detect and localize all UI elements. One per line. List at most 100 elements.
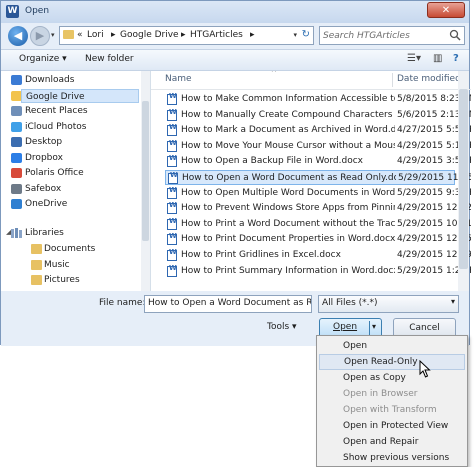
sidebar-item-documents[interactable]: Documents bbox=[44, 242, 139, 256]
recent-locations-dropdown[interactable]: ▾ bbox=[51, 31, 55, 39]
split-divider bbox=[369, 321, 370, 335]
change-view-icon[interactable]: ☰▾ bbox=[407, 53, 421, 64]
navigation-pane: Downloads Google Drive Recent Places iCloud… bbox=[1, 71, 151, 291]
file-row[interactable]: How to Mark a Document as Archived in Wo… bbox=[165, 123, 471, 138]
menu-item-open-read-only[interactable]: Open Read-Only bbox=[319, 354, 465, 370]
breadcrumb-google-drive[interactable]: Google Drive bbox=[120, 30, 179, 40]
file-row[interactable]: How to Prevent Windows Store Apps from P… bbox=[165, 201, 471, 216]
file-row[interactable]: How to Open a Word Document as Read Only… bbox=[165, 170, 471, 185]
sidebar-item-dropbox[interactable]: Dropbox bbox=[25, 151, 140, 165]
word-document-icon bbox=[167, 154, 177, 168]
libraries-icon bbox=[11, 228, 22, 238]
forward-button[interactable]: ▶ bbox=[30, 26, 50, 46]
word-document-icon bbox=[167, 139, 177, 152]
file-row[interactable]: How to Manually Create Compound Characte… bbox=[165, 108, 471, 123]
file-list-scrollbar[interactable] bbox=[458, 71, 469, 291]
menu-item-open-in-protected-view[interactable]: Open in Protected View bbox=[319, 418, 465, 434]
address-dropdown-arrow[interactable]: ▾ bbox=[293, 31, 297, 39]
downloads-icon bbox=[11, 75, 22, 85]
breadcrumb-separator[interactable]: ▸ bbox=[250, 30, 255, 40]
sidebar-item-recent-places[interactable]: Recent Places bbox=[25, 104, 140, 118]
icloud-photos-icon bbox=[11, 121, 22, 132]
scrollbar-thumb[interactable] bbox=[459, 89, 468, 269]
file-name: How to Print Summary Information in Word… bbox=[181, 265, 395, 276]
sidebar-item-pictures[interactable]: Pictures bbox=[44, 273, 139, 287]
back-button[interactable]: ◀ bbox=[8, 26, 28, 46]
file-row[interactable]: How to Print Document Properties in Word… bbox=[165, 232, 471, 247]
word-document-icon bbox=[167, 217, 177, 230]
file-name: How to Print Gridlines in Excel.docx bbox=[181, 250, 341, 260]
file-name-label: File name: bbox=[99, 298, 146, 308]
sidebar-item-polaris-office[interactable]: Polaris Office bbox=[25, 166, 140, 180]
mouse-cursor-icon bbox=[419, 360, 431, 378]
menu-item-open-and-repair[interactable]: Open and Repair bbox=[319, 434, 465, 450]
refresh-icon[interactable]: ↻ bbox=[302, 29, 310, 40]
breadcrumb-htgarticles[interactable]: HTGArticles bbox=[190, 30, 243, 40]
file-row[interactable]: How to Open a Backup File in Word.docx4/… bbox=[165, 154, 471, 169]
sidebar-scrollbar[interactable] bbox=[141, 71, 150, 291]
sidebar-item-icloud-photos[interactable]: iCloud Photos bbox=[25, 120, 140, 134]
search-input[interactable] bbox=[323, 28, 443, 43]
file-row[interactable]: How to Print a Word Document without the… bbox=[165, 217, 471, 232]
sidebar-item-google-drive[interactable]: Google Drive bbox=[21, 88, 139, 103]
column-divider[interactable] bbox=[392, 73, 393, 87]
organize-button[interactable]: Organize ▾ bbox=[19, 54, 67, 64]
word-document-icon bbox=[167, 92, 177, 105]
file-row[interactable]: How to Move Your Mouse Cursor without a … bbox=[165, 139, 471, 154]
menu-item-open-as-copy[interactable]: Open as Copy bbox=[319, 370, 465, 386]
documents-icon bbox=[31, 244, 42, 254]
word-document-icon bbox=[167, 108, 177, 121]
address-bar[interactable]: « Lori ▸ Google Drive ▸ HTGArticles ▸ ▾ … bbox=[59, 26, 314, 45]
file-row[interactable]: How to Print Summary Information in Word… bbox=[165, 264, 471, 279]
file-name: How to Prevent Windows Store Apps from P… bbox=[181, 203, 395, 214]
file-name: How to Make Common Information Accessibl… bbox=[181, 94, 395, 104]
search-box[interactable] bbox=[319, 26, 465, 45]
help-icon[interactable]: ? bbox=[453, 53, 459, 64]
sidebar-item-desktop[interactable]: Desktop bbox=[25, 135, 140, 149]
open-options-menu: Open Open Read-Only Open as Copy Open in Br… bbox=[316, 335, 468, 467]
search-icon[interactable] bbox=[449, 29, 461, 41]
command-bar: Organize ▾ New folder ☰▾ ▥ ? bbox=[1, 49, 469, 71]
scrollbar-thumb[interactable] bbox=[142, 101, 149, 241]
chevron-down-icon[interactable]: ▾ bbox=[451, 297, 455, 306]
open-dialog: W Open ✕ ◀ ▶ ▾ « Lori ▸ Google Drive ▸ H… bbox=[0, 0, 471, 346]
breadcrumb-overflow[interactable]: « bbox=[77, 30, 83, 40]
word-app-icon: W bbox=[6, 5, 19, 18]
pictures-icon bbox=[31, 275, 42, 285]
sidebar-item-onedrive[interactable]: OneDrive bbox=[25, 197, 140, 211]
polaris-office-icon bbox=[11, 168, 22, 178]
menu-item-open[interactable]: Open bbox=[319, 338, 465, 354]
file-name-input[interactable]: How to Open a Word Document as Rea bbox=[144, 295, 312, 313]
title-bar[interactable]: W Open ✕ bbox=[1, 1, 469, 23]
sidebar-item-libraries[interactable]: Libraries bbox=[25, 226, 140, 240]
column-date-modified[interactable]: Date modified bbox=[397, 74, 461, 84]
breadcrumb-separator[interactable]: ▸ bbox=[111, 30, 116, 40]
menu-item-open-with-transform: Open with Transform bbox=[343, 405, 437, 415]
open-dropdown-arrow[interactable]: ▾ bbox=[372, 322, 376, 331]
sidebar-item-downloads[interactable]: Downloads bbox=[25, 73, 140, 87]
close-button[interactable]: ✕ bbox=[427, 2, 465, 18]
preview-pane-icon[interactable]: ▥ bbox=[433, 53, 442, 64]
column-name[interactable]: Name bbox=[165, 74, 192, 84]
new-folder-button[interactable]: New folder bbox=[85, 54, 134, 64]
file-row[interactable]: How to Open Multiple Word Documents in W… bbox=[165, 186, 471, 201]
file-name: How to Open Multiple Word Documents in W… bbox=[181, 187, 395, 198]
menu-item-show-previous-versions[interactable]: Show previous versions bbox=[319, 450, 465, 466]
tools-button[interactable]: Tools ▾ bbox=[267, 322, 297, 332]
onedrive-icon bbox=[11, 199, 22, 209]
file-row[interactable]: How to Make Common Information Accessibl… bbox=[165, 92, 471, 107]
open-button-label[interactable]: Open bbox=[333, 322, 357, 332]
sidebar-item-safebox[interactable]: Safebox bbox=[25, 182, 140, 196]
file-type-value: All Files (*.*) bbox=[322, 298, 378, 308]
file-type-select[interactable]: All Files (*.*) ▾ bbox=[318, 295, 459, 313]
file-name: How to Print a Word Document without the… bbox=[181, 218, 395, 229]
file-name: How to Mark a Document as Archived in Wo… bbox=[181, 125, 395, 136]
file-list: ^ Name Date modified How to Make Common … bbox=[151, 71, 471, 291]
sidebar-item-music[interactable]: Music bbox=[44, 258, 139, 272]
breadcrumb-lori[interactable]: Lori bbox=[87, 30, 104, 40]
dropbox-icon bbox=[11, 152, 22, 163]
navigation-bar: ◀ ▶ ▾ « Lori ▸ Google Drive ▸ HTGArticle… bbox=[1, 23, 469, 49]
file-row[interactable]: How to Print Gridlines in Excel.docx4/29… bbox=[165, 248, 471, 263]
breadcrumb-separator[interactable]: ▸ bbox=[181, 30, 186, 40]
file-name: How to Manually Create Compound Characte… bbox=[181, 109, 395, 120]
